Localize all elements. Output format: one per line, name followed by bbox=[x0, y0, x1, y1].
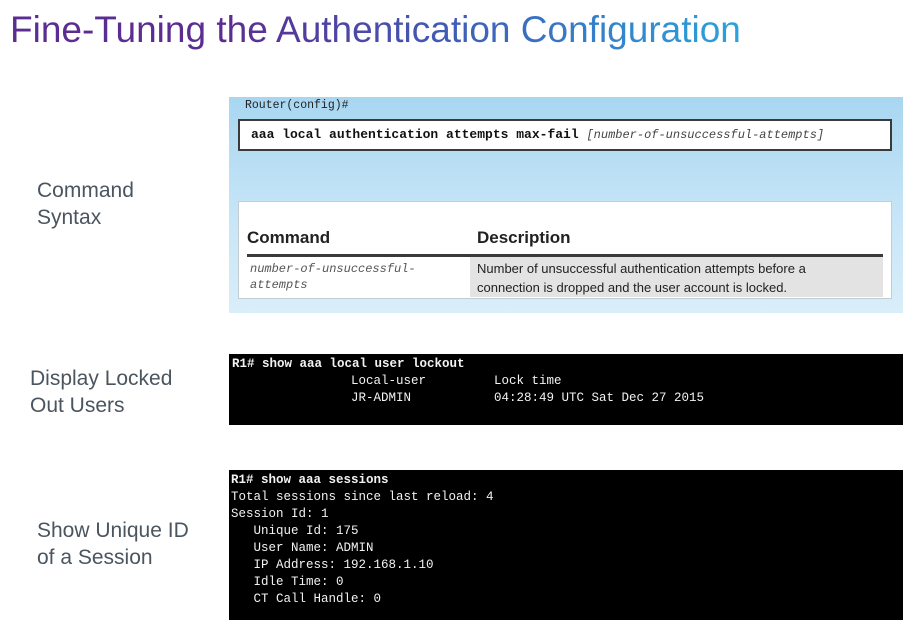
sessions-line: Total sessions since last reload: 4 bbox=[231, 490, 494, 504]
sessions-line: Idle Time: 0 bbox=[231, 575, 344, 589]
row-command: number-of-unsuccessful- attempts bbox=[247, 257, 470, 297]
router-prompt: Router(config)# bbox=[245, 99, 349, 112]
table-header: Command Description bbox=[247, 222, 883, 257]
label-show-unique: Show Unique ID of a Session bbox=[37, 517, 189, 571]
row-command-line: number-of-unsuccessful- bbox=[250, 262, 416, 276]
header-description: Description bbox=[477, 228, 571, 247]
label-line: Display Locked bbox=[30, 367, 173, 390]
sessions-line: User Name: ADMIN bbox=[231, 541, 374, 555]
syntax-command: aaa local authentication attempts max-fa… bbox=[251, 127, 579, 142]
sessions-line: Session Id: 1 bbox=[231, 507, 329, 521]
lockout-user: JR-ADMIN bbox=[351, 391, 412, 405]
label-command-syntax: Command Syntax bbox=[37, 177, 134, 231]
label-line: Command bbox=[37, 179, 134, 202]
sessions-line: Unique Id: 175 bbox=[231, 524, 359, 538]
label-line: Show Unique ID bbox=[37, 519, 189, 542]
lockout-command: R1# show aaa local user lockout bbox=[232, 357, 465, 371]
label-display-locked: Display Locked Out Users bbox=[30, 365, 172, 419]
label-line: Out Users bbox=[30, 394, 125, 417]
syntax-argument: [number-of-unsuccessful-attempts] bbox=[586, 128, 825, 142]
slide-title: Fine-Tuning the Authentication Configura… bbox=[10, 2, 741, 58]
sessions-command: R1# show aaa sessions bbox=[231, 473, 389, 487]
lockout-time: 04:28:49 UTC Sat Dec 27 2015 bbox=[494, 391, 705, 405]
lockout-header-user: Local-user bbox=[351, 374, 427, 388]
row-description: Number of unsuccessful authentication at… bbox=[477, 257, 883, 299]
syntax-box: aaa local authentication attempts max-fa… bbox=[238, 119, 892, 151]
sessions-line: IP Address: 192.168.1.10 bbox=[231, 558, 434, 572]
command-syntax-panel: Router(config)# aaa local authentication… bbox=[229, 97, 903, 313]
description-table: Command Description number-of-unsuccessf… bbox=[238, 201, 892, 299]
label-line: Syntax bbox=[37, 206, 102, 229]
row-description-line: Number of unsuccessful authentication at… bbox=[477, 261, 806, 276]
label-line: of a Session bbox=[37, 546, 153, 569]
row-description-line: connection is dropped and the user accou… bbox=[477, 280, 788, 295]
header-command: Command bbox=[247, 228, 331, 247]
table-row: number-of-unsuccessful- attempts Number … bbox=[247, 257, 883, 297]
sessions-terminal: R1# show aaa sessions Total sessions sin… bbox=[229, 470, 903, 620]
lockout-header-time: Lock time bbox=[494, 374, 562, 388]
sessions-line: CT Call Handle: 0 bbox=[231, 592, 382, 606]
lockout-terminal: R1# show aaa local user lockout Local-us… bbox=[229, 354, 903, 425]
row-command-line: attempts bbox=[250, 278, 308, 292]
